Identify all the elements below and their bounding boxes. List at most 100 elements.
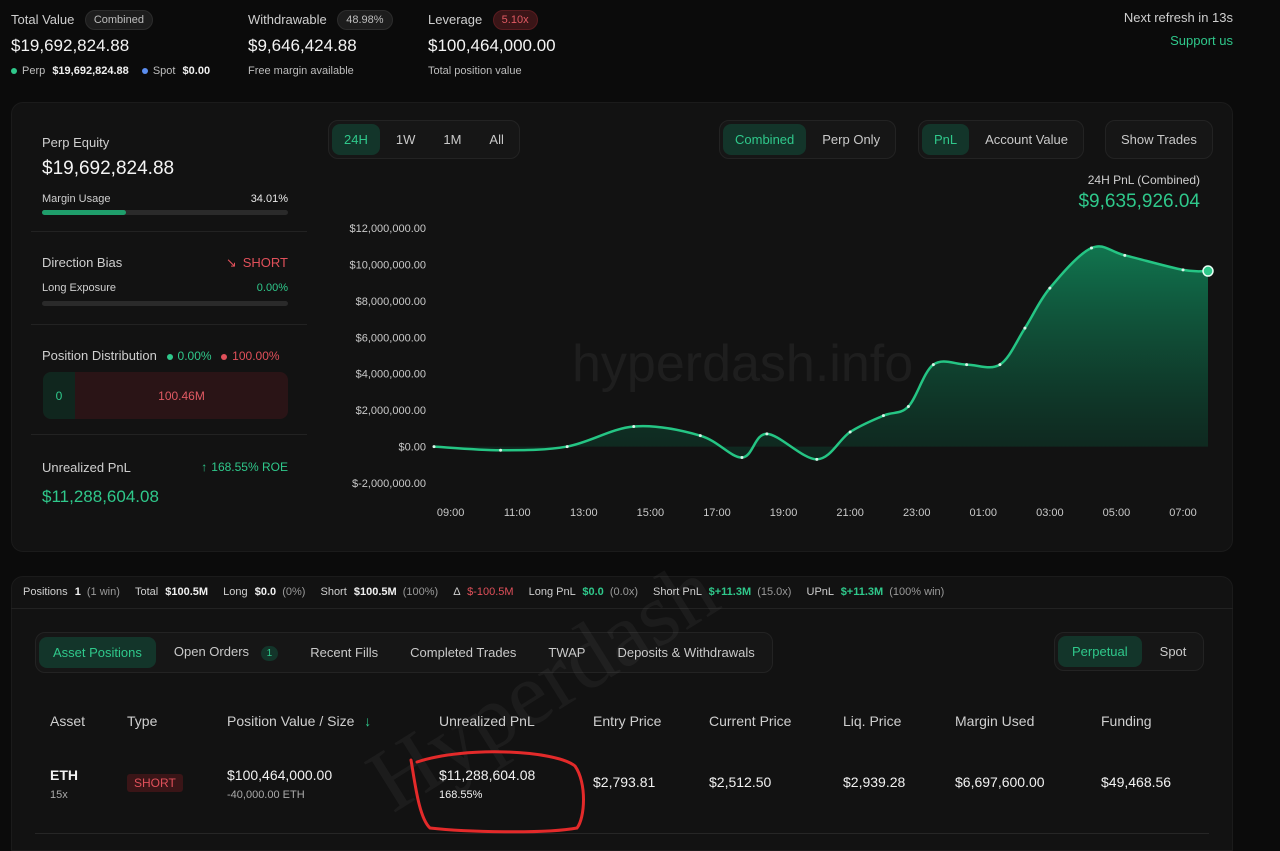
y-tick-label: $0.00 <box>398 442 426 454</box>
data-point <box>632 425 636 429</box>
data-point <box>815 457 819 461</box>
perp-spot-breakdown: Perp $19,692,824.88 Spot $0.00 <box>11 65 210 77</box>
funding: $49,468.56 <box>1101 774 1172 790</box>
y-tick-label: $6,000,000.00 <box>356 332 426 344</box>
y-tick-label: $4,000,000.00 <box>356 369 426 381</box>
chart-watermark: hyperdash.info <box>572 335 913 393</box>
upnl-value: $+11.3M <box>840 586 884 598</box>
x-tick-label: 13:00 <box>570 507 598 519</box>
y-tick-label: $12,000,000.00 <box>350 223 426 235</box>
col-position-value-label: Position Value / Size <box>227 713 355 729</box>
withdrawable-sub: Free margin available <box>248 65 354 77</box>
tab-spot[interactable]: Spot <box>1146 636 1201 667</box>
long-value: $0.0 <box>254 586 277 598</box>
x-tick-label: 03:00 <box>1036 507 1064 519</box>
tab-perpetual[interactable]: Perpetual <box>1058 636 1142 667</box>
combined-pill[interactable]: Combined <box>84 10 153 30</box>
total-label: Total <box>134 586 159 598</box>
type-badge: SHORT <box>127 774 183 792</box>
position-value: $100,464,000.00 <box>227 767 333 783</box>
current-value-point <box>1202 265 1214 277</box>
col-current-price[interactable]: Current Price <box>709 713 791 729</box>
withdrawable-block: Withdrawable 48.98% <box>248 10 393 30</box>
positions-label: Positions <box>23 586 68 598</box>
x-tick-label: 05:00 <box>1103 507 1131 519</box>
long-pnl-label: Long PnL <box>528 586 576 598</box>
data-point <box>1181 268 1185 272</box>
tab-recent-fills[interactable]: Recent Fills <box>296 637 392 668</box>
data-point <box>499 448 503 452</box>
x-tick-label: 23:00 <box>903 507 931 519</box>
position-size: -40,000.00 ETH <box>227 789 305 801</box>
total-value-stat: $100.5M <box>165 586 209 598</box>
x-tick-label: 01:00 <box>970 507 998 519</box>
short-pnl-note: (15.0x) <box>757 586 792 598</box>
col-unrealized-pnl[interactable]: Unrealized PnL <box>439 713 535 729</box>
positions-value: 1 <box>74 586 81 598</box>
data-point <box>1089 246 1093 250</box>
data-point <box>432 445 436 449</box>
y-tick-label: $-2,000,000.00 <box>352 478 426 490</box>
spot-value: $0.00 <box>182 65 211 77</box>
upnl-note: (100% win) <box>889 586 945 598</box>
long-note: (0%) <box>282 586 306 598</box>
spot-dot-icon <box>141 68 148 75</box>
highlight-annotation <box>409 750 585 834</box>
stats-bar: Positions 1 (1 win) Total $100.5M Long $… <box>23 586 944 598</box>
total-value-label: Total Value <box>11 12 75 28</box>
margin-used: $6,697,600.00 <box>955 774 1045 790</box>
asset-leverage: 15x <box>50 789 68 801</box>
asset-name[interactable]: ETH <box>50 767 78 783</box>
data-point <box>998 363 1002 367</box>
long-label: Long <box>223 586 248 598</box>
upnl-label: UPnL <box>806 586 834 598</box>
data-point <box>765 432 769 436</box>
spot-label: Spot <box>152 65 176 77</box>
data-point <box>931 363 935 367</box>
x-tick-label: 11:00 <box>504 507 531 519</box>
entry-price: $2,793.81 <box>593 774 656 790</box>
col-entry-price[interactable]: Entry Price <box>593 713 661 729</box>
data-point <box>1123 253 1127 257</box>
total-value: $19,692,824.88 <box>11 36 130 55</box>
data-point <box>1048 286 1052 290</box>
data-point <box>906 405 910 408</box>
short-label: Short <box>320 586 347 598</box>
data-point <box>881 414 885 418</box>
col-liq-price[interactable]: Liq. Price <box>843 713 901 729</box>
col-type[interactable]: Type <box>127 713 157 729</box>
sort-down-icon[interactable]: ↓ <box>364 713 371 729</box>
y-tick-label: $8,000,000.00 <box>356 296 426 308</box>
tab-open-orders[interactable]: Open Orders 1 <box>160 636 292 669</box>
col-asset[interactable]: Asset <box>50 713 85 729</box>
data-point <box>1023 326 1027 330</box>
data-point <box>848 430 852 434</box>
perp-dot-icon <box>11 68 17 75</box>
col-position-value[interactable]: Position Value / Size ↓ <box>227 713 371 729</box>
short-note: (100%) <box>402 586 439 598</box>
withdrawable-pill: 48.98% <box>337 10 393 30</box>
y-tick-label: $2,000,000.00 <box>356 405 426 417</box>
current-price: $2,512.50 <box>709 774 772 790</box>
leverage-block: Leverage 5.10x <box>428 10 538 30</box>
col-margin-used[interactable]: Margin Used <box>955 713 1034 729</box>
x-tick-label: 19:00 <box>770 507 798 519</box>
positions-note: (1 win) <box>86 586 120 598</box>
x-tick-label: 07:00 <box>1169 507 1197 519</box>
support-link[interactable]: Support us <box>1170 33 1233 48</box>
leverage-value: $100,464,000.00 <box>428 36 556 55</box>
data-point <box>565 445 569 449</box>
tab-asset-positions[interactable]: Asset Positions <box>39 637 156 668</box>
x-tick-label: 09:00 <box>437 507 465 519</box>
short-value: $100.5M <box>353 586 397 598</box>
market-type-selector: Perpetual Spot <box>1054 632 1205 671</box>
refresh-countdown: Next refresh in 13s <box>1123 10 1233 25</box>
delta-icon: Δ <box>453 586 460 598</box>
x-tick-label: 17:00 <box>703 507 731 519</box>
col-funding[interactable]: Funding <box>1101 713 1152 729</box>
perp-label: Perp <box>22 65 46 77</box>
open-orders-badge: 1 <box>260 646 279 661</box>
data-point <box>698 434 702 438</box>
perp-value: $19,692,824.88 <box>52 65 129 77</box>
leverage-sub: Total position value <box>428 65 522 77</box>
